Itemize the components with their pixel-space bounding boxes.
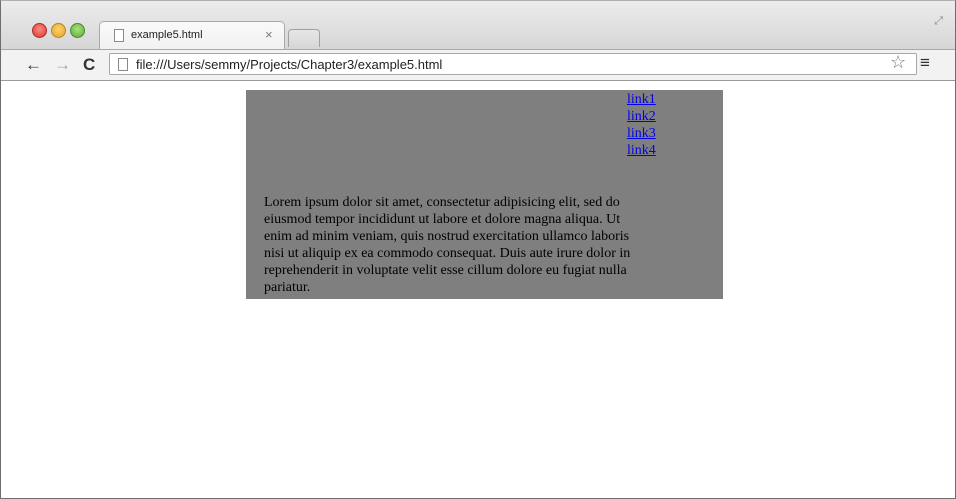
browser-tab[interactable]: example5.html × (99, 21, 285, 49)
star-icon[interactable]: ☆ (890, 52, 906, 73)
back-arrow-icon[interactable]: ← (25, 55, 42, 75)
maximize-traffic-icon[interactable] (70, 23, 85, 38)
content-box: link1 link2 link3 link4 Lorem ipsum dolo… (246, 90, 723, 299)
link-3[interactable]: link3 (627, 125, 656, 142)
document-icon (118, 58, 128, 71)
title-bar: example5.html × ⤢ (1, 1, 955, 49)
page-viewport: link1 link2 link3 link4 Lorem ipsum dolo… (1, 81, 955, 498)
fullscreen-icon[interactable]: ⤢ (934, 15, 943, 28)
new-tab-button[interactable] (288, 29, 320, 47)
close-traffic-icon[interactable] (32, 23, 47, 38)
forward-arrow-icon[interactable]: → (54, 55, 71, 75)
tab-title: example5.html (131, 29, 203, 41)
body-paragraph: Lorem ipsum dolor sit amet, consectetur … (264, 195, 631, 295)
link-list: link1 link2 link3 link4 (627, 91, 656, 159)
link-2[interactable]: link2 (627, 108, 656, 125)
link-4[interactable]: link4 (627, 142, 656, 159)
tab-close-icon[interactable]: × (265, 27, 273, 42)
browser-window: example5.html × ⤢ ← → C file:///Users/se… (0, 0, 956, 499)
menu-icon[interactable]: ≡ (920, 53, 930, 73)
document-icon (114, 29, 124, 42)
reload-icon[interactable]: C (83, 55, 95, 75)
link-1[interactable]: link1 (627, 91, 656, 108)
url-text[interactable]: file:///Users/semmy/Projects/Chapter3/ex… (136, 57, 442, 72)
browser-toolbar: ← → C file:///Users/semmy/Projects/Chapt… (1, 49, 955, 81)
minimize-traffic-icon[interactable] (51, 23, 66, 38)
address-bar[interactable]: file:///Users/semmy/Projects/Chapter3/ex… (109, 53, 917, 75)
